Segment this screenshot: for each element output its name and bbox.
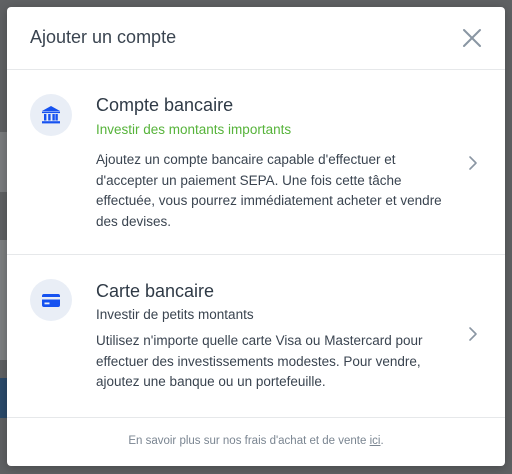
close-button[interactable] — [459, 25, 485, 51]
credit-card-icon — [30, 279, 72, 321]
option-description: Utilisez n'importe quelle carte Visa ou … — [96, 333, 423, 389]
footer-text: En savoir plus sur nos frais d'achat et … — [128, 435, 370, 447]
footer-suffix: . — [380, 435, 384, 447]
option-description: Ajoutez un compte bancaire capable d'eff… — [96, 152, 442, 229]
option-title: Compte bancaire — [96, 95, 234, 115]
fees-link[interactable]: ici — [370, 435, 381, 447]
fees-footer: En savoir plus sur nos frais d'achat et … — [7, 417, 505, 466]
bank-icon — [30, 94, 72, 136]
close-icon — [463, 29, 481, 47]
option-credit-card[interactable]: Carte bancaire Investir de petits montan… — [7, 255, 505, 418]
chevron-right-icon — [469, 156, 477, 170]
chevron-right-icon — [469, 327, 477, 341]
modal-header: Ajouter un compte — [7, 7, 505, 70]
modal-title: Ajouter un compte — [30, 27, 177, 47]
option-subtitle: Investir de petits montants — [96, 307, 254, 322]
option-bank-account[interactable]: Compte bancaire Investir des montants im… — [7, 70, 505, 255]
option-subtitle: Investir des montants importants — [96, 122, 292, 137]
option-title: Carte bancaire — [96, 281, 215, 301]
add-account-modal: Ajouter un compte Compte bancaire Invest… — [7, 7, 505, 466]
